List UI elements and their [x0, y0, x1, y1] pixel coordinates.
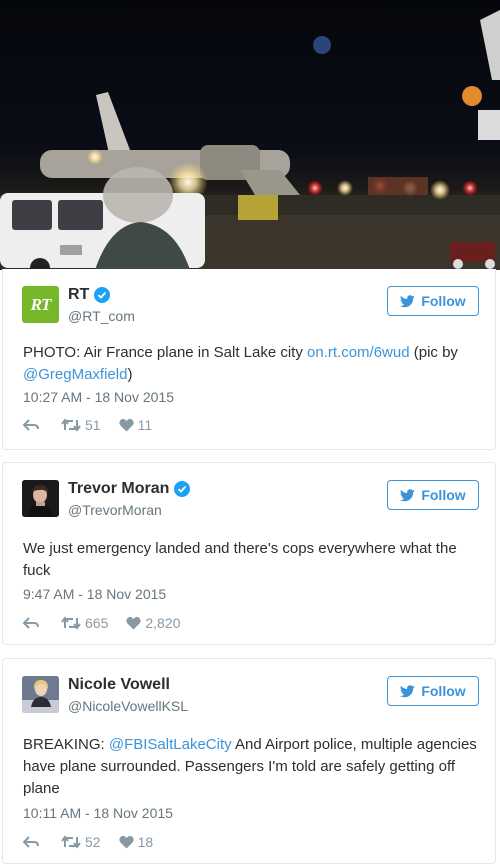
avatar-nicole-vowell[interactable] [22, 676, 59, 713]
text-segment: BREAKING: [23, 736, 109, 753]
tweet-photo[interactable] [0, 0, 500, 270]
profile-photo [22, 676, 59, 713]
like-count: 18 [137, 834, 154, 850]
verified-badge-icon [94, 287, 111, 303]
reply-icon [23, 617, 39, 629]
mention-link[interactable]: @GregMaxfield [23, 366, 127, 383]
tweet-text: PHOTO: Air France plane in Salt Lake cit… [23, 342, 481, 386]
mention-link[interactable]: @FBISaltLakeCity [109, 736, 232, 753]
retweet-button[interactable]: 52 [61, 834, 101, 850]
follow-button[interactable]: Follow [387, 676, 479, 706]
reply-button[interactable] [23, 616, 43, 630]
twitter-bird-icon [400, 488, 416, 501]
tweet-timestamp[interactable]: 10:11 AM - 18 Nov 2015 [23, 805, 173, 821]
heart-icon [118, 418, 134, 432]
tweet-actions: 665 2,820 [23, 615, 198, 631]
like-button[interactable]: 2,820 [126, 615, 180, 631]
author-name[interactable]: RT [68, 286, 89, 304]
like-count: 11 [137, 417, 153, 433]
tweet-card: Nicole Vowell @NicoleVowellKSL Follow BR… [2, 658, 496, 864]
follow-button[interactable]: Follow [387, 480, 479, 510]
follow-label: Follow [421, 683, 466, 699]
author-name[interactable]: Nicole Vowell [68, 676, 170, 694]
like-button[interactable]: 11 [118, 417, 153, 433]
like-count: 2,820 [145, 615, 181, 631]
retweet-count: 665 [85, 615, 109, 631]
follow-label: Follow [421, 487, 466, 503]
reply-icon [23, 836, 39, 848]
retweet-count: 51 [85, 417, 101, 433]
text-segment: ) [127, 366, 133, 383]
reply-icon [23, 419, 39, 431]
avatar-rt[interactable]: RT [22, 286, 59, 323]
tweet-timestamp[interactable]: 10:27 AM - 18 Nov 2015 [23, 389, 174, 405]
tweet-card: RT RT @RT_com Follow PHOTO: Air France p… [2, 269, 496, 450]
tweet-link[interactable]: on.rt.com/6wud [307, 344, 410, 361]
retweet-icon [61, 835, 81, 849]
retweet-icon [61, 616, 81, 630]
retweet-icon [61, 418, 81, 432]
avatar-logo-text: RT [30, 294, 52, 314]
text-segment: PHOTO: Air France plane in Salt Lake cit… [23, 344, 308, 361]
like-button[interactable]: 18 [118, 834, 154, 850]
retweet-button[interactable]: 665 [61, 615, 108, 631]
author-handle[interactable]: @TrevorMoran [68, 502, 162, 518]
reply-button[interactable] [23, 835, 43, 849]
retweet-count: 52 [85, 834, 101, 850]
heart-icon [126, 616, 142, 630]
follow-button[interactable]: Follow [387, 286, 479, 316]
tweet-text: BREAKING: @FBISaltLakeCity And Airport p… [23, 734, 481, 800]
tweet-timestamp[interactable]: 9:47 AM - 18 Nov 2015 [23, 586, 166, 602]
airport-night-photo [0, 10, 500, 270]
follow-label: Follow [421, 293, 466, 309]
twitter-bird-icon [400, 684, 416, 697]
tweet-card: Trevor Moran @TrevorMoran Follow We just… [2, 462, 496, 645]
retweet-button[interactable]: 51 [61, 417, 101, 433]
profile-photo [22, 480, 59, 517]
tweet-actions: 51 11 [23, 417, 170, 433]
heart-icon [118, 835, 134, 849]
author-handle[interactable]: @RT_com [68, 308, 135, 324]
verified-badge-icon [174, 481, 191, 497]
twitter-bird-icon [400, 294, 416, 307]
avatar-trevor-moran[interactable] [22, 480, 59, 517]
tweet-actions: 52 18 [23, 834, 171, 850]
text-segment: (pic by [409, 344, 458, 361]
reply-button[interactable] [23, 418, 43, 432]
tweet-text: We just emergency landed and there's cop… [23, 540, 457, 579]
author-name[interactable]: Trevor Moran [68, 480, 169, 498]
author-handle[interactable]: @NicoleVowellKSL [68, 698, 188, 714]
